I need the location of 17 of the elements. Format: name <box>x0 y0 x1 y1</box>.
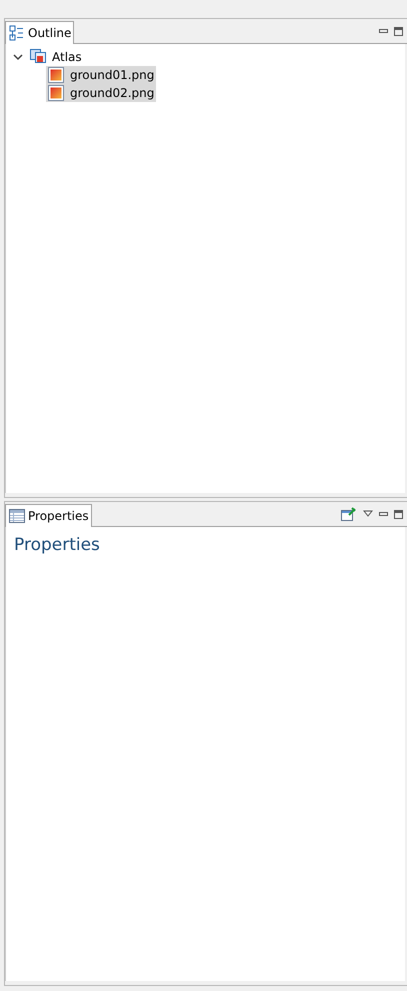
image-file-icon <box>48 85 64 101</box>
outline-icon <box>9 25 25 41</box>
outline-tab[interactable]: Outline <box>5 21 74 44</box>
minimize-button[interactable] <box>379 29 388 33</box>
dropdown-icon[interactable] <box>363 510 373 518</box>
image-file-icon <box>48 67 64 83</box>
tree-item[interactable]: ground02.png <box>46 84 156 102</box>
pin-icon[interactable] <box>341 506 357 522</box>
properties-tab[interactable]: Properties <box>5 504 92 527</box>
properties-heading: Properties <box>13 534 101 557</box>
maximize-button[interactable] <box>394 510 403 518</box>
table-icon <box>9 509 25 523</box>
minimize-button[interactable] <box>379 512 388 516</box>
maximize-button[interactable] <box>394 26 403 36</box>
tree-item[interactable]: Atlas <box>28 48 84 66</box>
atlas-icon <box>30 49 46 65</box>
tree-item[interactable]: ground01.png <box>46 66 156 84</box>
